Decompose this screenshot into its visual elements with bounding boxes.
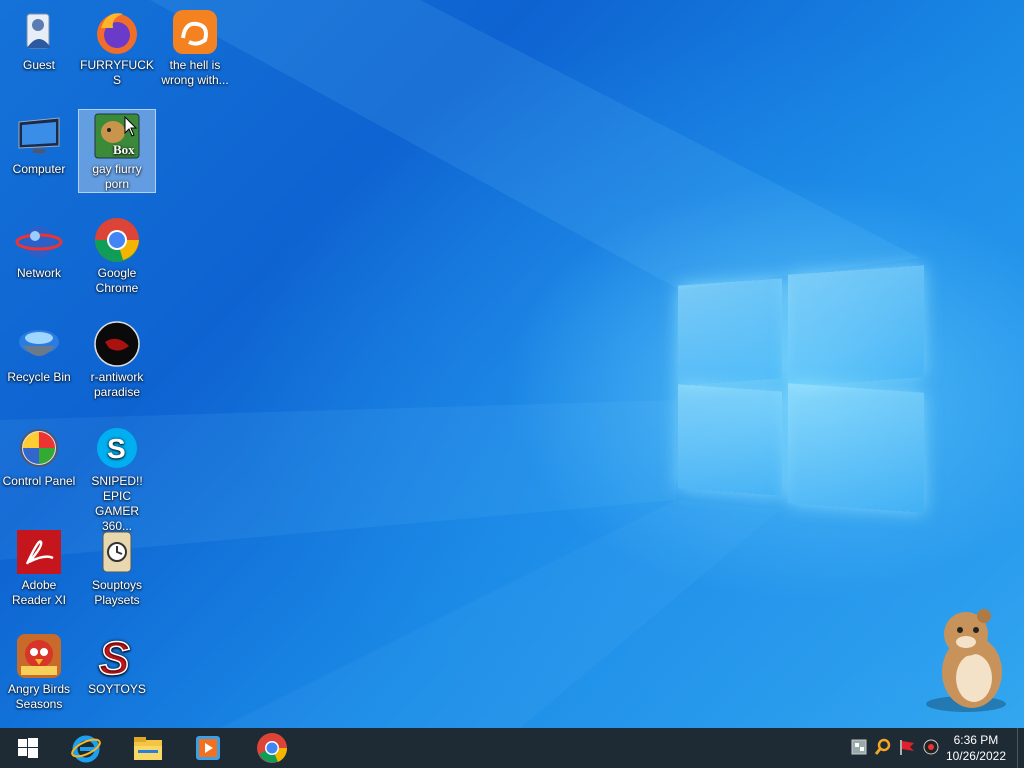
hamster-desktop-pet[interactable] bbox=[920, 604, 1010, 714]
desktop-icon-sniped[interactable]: S SNIPED!! EPIC GAMER 360... bbox=[79, 418, 155, 534]
svg-text:S: S bbox=[107, 433, 126, 464]
system-tray bbox=[850, 728, 942, 768]
desktop-icon-control-panel[interactable]: Control Panel bbox=[1, 418, 77, 489]
desktop-icon-box-app[interactable]: Box gay fiurry porn bbox=[78, 109, 156, 193]
souptoys-icon bbox=[93, 528, 141, 576]
desktop[interactable]: Guest Computer Network Recycle Bin Contr… bbox=[0, 0, 1024, 728]
windows-logo-wallpaper bbox=[676, 258, 926, 513]
desktop-icon-google-chrome[interactable]: Google Chrome bbox=[79, 210, 155, 296]
desktop-icon-souptoys[interactable]: Souptoys Playsets bbox=[79, 522, 155, 608]
svg-text:Box: Box bbox=[113, 142, 135, 157]
volume-tray-icon[interactable] bbox=[922, 738, 942, 758]
media-player-icon bbox=[196, 736, 220, 760]
desktop-icon-angry-birds[interactable]: Angry Birds Seasons bbox=[1, 626, 77, 712]
desktop-icon-soytoys[interactable]: S SOYTOYS bbox=[79, 626, 155, 697]
computer-icon bbox=[15, 112, 63, 160]
desktop-icon-network[interactable]: Network bbox=[1, 210, 77, 281]
desktop-icon-computer[interactable]: Computer bbox=[1, 106, 77, 177]
angry-birds-icon bbox=[15, 632, 63, 680]
control-panel-icon bbox=[15, 424, 63, 472]
start-button[interactable] bbox=[0, 728, 56, 768]
taskbar-internet-explorer[interactable] bbox=[58, 728, 114, 768]
taskbar-clock[interactable]: 6:36 PM 10/26/2022 bbox=[946, 732, 1006, 764]
taskbar-media-player[interactable] bbox=[180, 728, 236, 768]
desktop-icon-uc-browser[interactable]: the hell is wrong with... bbox=[157, 2, 233, 88]
clock-time: 6:36 PM bbox=[953, 733, 999, 747]
taskbar-file-explorer[interactable] bbox=[120, 728, 176, 768]
adobe-reader-icon bbox=[15, 528, 63, 576]
network-tray-icon[interactable] bbox=[850, 738, 870, 758]
windows-start-icon bbox=[18, 738, 38, 758]
recycle-bin-icon bbox=[15, 320, 63, 368]
chrome-icon bbox=[257, 733, 288, 763]
antiwork-icon bbox=[93, 320, 141, 368]
desktop-icon-recycle-bin[interactable]: Recycle Bin bbox=[1, 314, 77, 385]
show-desktop-button[interactable] bbox=[1017, 728, 1024, 768]
file-explorer-icon bbox=[134, 737, 162, 760]
desktop-icon-furryfucks[interactable]: FURRYFUCKS bbox=[79, 2, 155, 88]
network-icon bbox=[15, 216, 63, 264]
desktop-icon-guest[interactable]: Guest bbox=[1, 2, 77, 73]
desktop-icon-antiwork[interactable]: r-antiwork paradise bbox=[79, 314, 155, 400]
mouse-cursor bbox=[124, 116, 138, 137]
search-tray-icon[interactable] bbox=[874, 738, 894, 758]
firefox-icon bbox=[93, 8, 141, 56]
soytoys-icon: S bbox=[93, 631, 141, 685]
user-folder-icon bbox=[15, 8, 63, 56]
svg-text:S: S bbox=[99, 632, 130, 680]
clock-date: 10/26/2022 bbox=[945, 749, 1006, 763]
chrome-icon bbox=[93, 216, 141, 264]
uc-browser-icon bbox=[171, 8, 219, 56]
flag-tray-icon[interactable] bbox=[898, 738, 918, 758]
internet-explorer-icon bbox=[71, 735, 101, 763]
skype-icon: S bbox=[93, 424, 141, 472]
desktop-icon-adobe-reader[interactable]: Adobe Reader XI bbox=[1, 522, 77, 608]
taskbar: 6:36 PM 10/26/2022 bbox=[0, 728, 1024, 768]
taskbar-google-chrome[interactable] bbox=[244, 728, 300, 768]
